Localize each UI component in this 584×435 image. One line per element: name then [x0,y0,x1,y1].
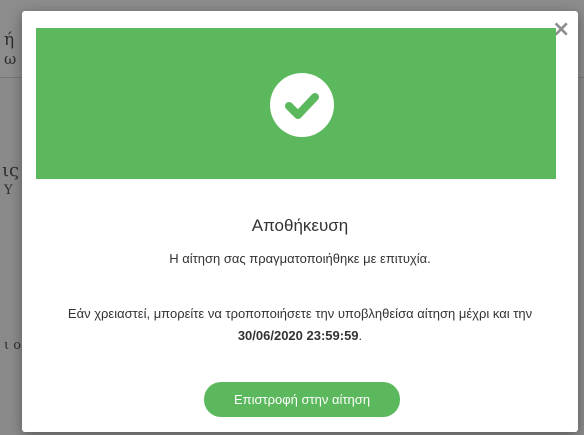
deadline-line: 30/06/2020 23:59:59. [22,325,578,347]
success-banner [36,28,556,179]
success-modal: × Αποθήκευση Η αίτηση σας πραγματοποιήθη… [22,11,578,432]
modal-title: Αποθήκευση [251,216,349,235]
background-text: ι ο [4,338,22,353]
deadline-suffix: . [358,328,363,343]
deadline-date: 30/06/2020 23:59:59 [237,328,359,343]
return-to-application-button[interactable]: Επιστροφή στην αίτηση [204,382,400,417]
background-text: Υ [4,183,13,198]
deadline-info-text: Εάν χρειαστεί, μπορείτε να τροποποιήσετε… [67,306,533,321]
success-message: Η αίτηση σας πραγματοποιήθηκε με επιτυχί… [169,251,431,266]
background-text: ις [2,160,20,181]
background-text: ω [4,50,17,68]
deadline-info: Εάν χρειαστεί, μπορείτε να τροποποιήσετε… [22,303,578,347]
check-circle-icon [270,73,334,137]
background-text: ή [4,30,15,50]
